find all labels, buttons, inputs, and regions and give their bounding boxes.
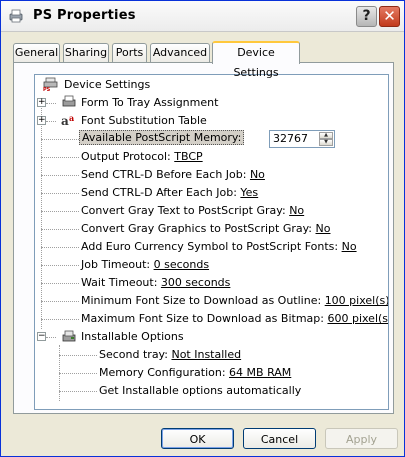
settings-tree: PS Device Settings + Form To Tray Assign… xyxy=(34,74,389,410)
tree-line xyxy=(59,373,97,374)
close-icon: ✕ xyxy=(383,7,396,25)
cancel-button[interactable]: Cancel xyxy=(243,428,316,449)
option-get-installable-automatically[interactable]: Get Installable options automatically xyxy=(99,383,301,399)
setting-gray-text[interactable]: Convert Gray Text to PostScript Gray: No xyxy=(81,203,304,219)
printer-properties-window: PS Properties ? ✕ General Sharing Ports … xyxy=(0,0,405,457)
device-settings-icon: PS xyxy=(43,77,58,91)
tree-line xyxy=(41,265,79,266)
tree-line xyxy=(41,102,42,329)
setting-max-font-bitmap[interactable]: Maximum Font Size to Download as Bitmap:… xyxy=(81,311,388,327)
setting-min-font-outline[interactable]: Minimum Font Size to Download as Outline… xyxy=(81,293,388,309)
ok-button[interactable]: OK xyxy=(161,428,234,449)
title-bar[interactable]: PS Properties ? ✕ xyxy=(1,1,404,32)
expand-form-to-tray-button[interactable]: + xyxy=(37,97,46,107)
tree-line xyxy=(46,337,56,338)
svg-text:a: a xyxy=(69,113,74,123)
setting-label: Output Protocol: xyxy=(81,150,175,163)
tree-line xyxy=(59,355,97,356)
setting-label: Wait Timeout: xyxy=(81,276,161,289)
option-label: Memory Configuration: xyxy=(99,366,230,379)
form-tray-icon xyxy=(62,95,76,107)
tree-line xyxy=(41,283,79,284)
installable-options-icon xyxy=(62,330,76,342)
setting-wait-timeout[interactable]: Wait Timeout: 300 seconds xyxy=(81,275,230,291)
help-button[interactable]: ? xyxy=(356,6,377,27)
tab-sharing[interactable]: Sharing xyxy=(63,43,109,62)
tree-line xyxy=(41,319,79,320)
tree-line xyxy=(46,121,56,122)
setting-gray-graphics[interactable]: Convert Gray Graphics to PostScript Gray… xyxy=(81,221,330,237)
memory-value-input[interactable] xyxy=(273,132,313,145)
tree-line xyxy=(41,301,79,302)
svg-text:a: a xyxy=(61,114,69,127)
option-label: Get Installable options automatically xyxy=(99,384,302,397)
setting-label: Minimum Font Size to Download as Outline… xyxy=(81,294,325,307)
font-substitution-icon: a a xyxy=(61,113,74,127)
tree-line xyxy=(41,193,79,194)
setting-value[interactable]: 0 seconds xyxy=(154,258,209,271)
tree-line xyxy=(41,157,79,158)
expand-font-substitution-button[interactable]: + xyxy=(37,115,46,125)
option-value[interactable]: Not Installed xyxy=(171,348,241,361)
setting-euro-symbol[interactable]: Add Euro Currency Symbol to PostScript F… xyxy=(81,239,357,255)
setting-label: Send CTRL-D After Each Job: xyxy=(81,186,241,199)
option-second-tray[interactable]: Second tray: Not Installed xyxy=(99,347,241,363)
tab-ports[interactable]: Ports xyxy=(112,43,147,62)
setting-value[interactable]: No xyxy=(289,204,304,217)
setting-value[interactable]: No xyxy=(342,240,357,253)
plus-icon: + xyxy=(38,115,46,125)
tree-line xyxy=(59,391,97,392)
setting-label: Convert Gray Graphics to PostScript Gray… xyxy=(81,222,316,235)
tree-line xyxy=(41,139,79,140)
tree-root-device-settings[interactable]: Device Settings xyxy=(64,77,150,93)
tree-line xyxy=(46,103,56,104)
setting-label: Add Euro Currency Symbol to PostScript F… xyxy=(81,240,342,253)
tab-advanced[interactable]: Advanced xyxy=(150,43,210,62)
printer-icon xyxy=(9,9,23,23)
setting-value[interactable]: 600 pixel(s) xyxy=(327,312,388,325)
collapse-installable-options-button[interactable]: − xyxy=(37,331,46,341)
tree-line xyxy=(41,211,79,212)
setting-label: Job Timeout: xyxy=(81,258,154,271)
minus-icon: − xyxy=(38,331,46,341)
apply-button[interactable]: Apply xyxy=(325,428,398,449)
setting-job-timeout[interactable]: Job Timeout: 0 seconds xyxy=(81,257,209,273)
setting-output-protocol[interactable]: Output Protocol: TBCP xyxy=(81,149,203,165)
spin-down-icon[interactable]: ▼ xyxy=(319,139,333,146)
memory-label[interactable]: Available PostScript Memory: xyxy=(79,130,245,145)
memory-spinner[interactable]: ▲ ▼ xyxy=(269,130,335,148)
setting-label: Send CTRL-D Before Each Job: xyxy=(81,168,250,181)
tree-line xyxy=(41,247,79,248)
close-button[interactable]: ✕ xyxy=(379,6,400,27)
setting-value[interactable]: 300 seconds xyxy=(161,276,230,289)
help-icon: ? xyxy=(362,8,371,24)
tree-item-font-substitution[interactable]: Font Substitution Table xyxy=(81,113,207,129)
setting-value[interactable]: No xyxy=(250,168,265,181)
setting-label: Convert Gray Text to PostScript Gray: xyxy=(81,204,290,217)
option-label: Second tray: xyxy=(99,348,172,361)
setting-value[interactable]: 100 pixel(s) xyxy=(325,294,388,307)
memory-spin-buttons[interactable]: ▲ ▼ xyxy=(319,132,333,146)
memory-setting-row: Available PostScript Memory: ▲ ▼ xyxy=(79,130,335,148)
tree-line xyxy=(41,175,79,176)
svg-text:PS: PS xyxy=(43,87,51,91)
spin-up-icon[interactable]: ▲ xyxy=(319,132,333,139)
option-memory-configuration[interactable]: Memory Configuration: 64 MB RAM xyxy=(99,365,291,381)
setting-value[interactable]: Yes xyxy=(240,186,258,199)
setting-value[interactable]: TBCP xyxy=(174,150,202,163)
setting-value[interactable]: No xyxy=(316,222,331,235)
tree-line xyxy=(41,229,79,230)
tree-item-form-to-tray[interactable]: Form To Tray Assignment xyxy=(81,95,218,111)
tree-item-installable-options[interactable]: Installable Options xyxy=(81,329,184,345)
device-settings-panel: PS Device Settings + Form To Tray Assign… xyxy=(13,62,394,414)
setting-ctrl-d-after[interactable]: Send CTRL-D After Each Job: Yes xyxy=(81,185,258,201)
tab-general[interactable]: General xyxy=(13,43,60,62)
window-title: PS Properties xyxy=(33,8,136,23)
setting-ctrl-d-before[interactable]: Send CTRL-D Before Each Job: No xyxy=(81,167,265,183)
plus-icon: + xyxy=(38,97,46,107)
option-value[interactable]: 64 MB RAM xyxy=(229,366,291,379)
setting-label: Maximum Font Size to Download as Bitmap: xyxy=(81,312,328,325)
tab-device-settings[interactable]: Device Settings xyxy=(212,41,300,79)
